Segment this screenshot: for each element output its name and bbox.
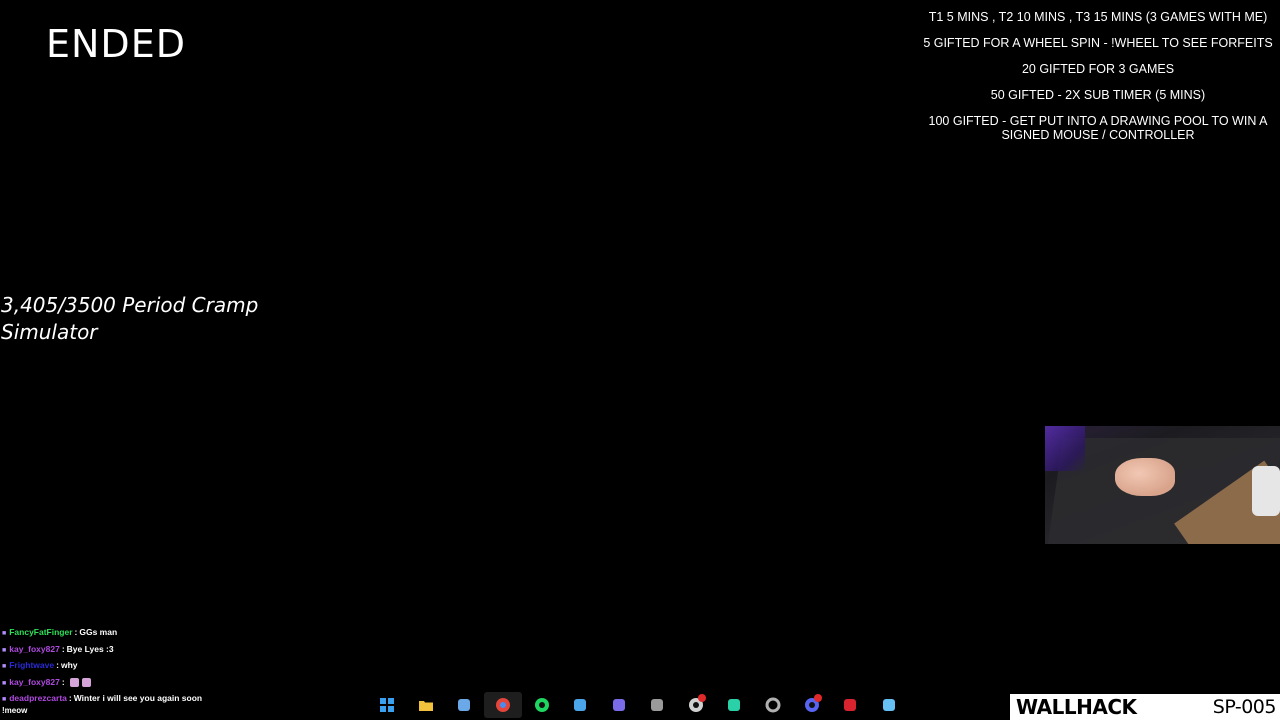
rule-line: 100 GIFTED - GET PUT INTO A DRAWING POOL… bbox=[928, 114, 1268, 142]
discord-icon[interactable] bbox=[792, 692, 831, 718]
chat-text: Winter i will see you again soon bbox=[73, 693, 203, 703]
watermark-brand: WALLHACK bbox=[1016, 695, 1137, 719]
chat-text: GGs man bbox=[79, 627, 118, 637]
obs-icon[interactable] bbox=[677, 692, 716, 718]
file-explorer-icon[interactable] bbox=[407, 692, 446, 718]
hand-cam-feed bbox=[1045, 426, 1280, 544]
controller bbox=[1252, 466, 1280, 516]
chat-app-icon[interactable] bbox=[715, 692, 754, 718]
notification-badge bbox=[698, 694, 707, 702]
chat-text: why bbox=[60, 660, 78, 670]
rule-line: 5 GIFTED FOR A WHEEL SPIN - !WHEEL TO SE… bbox=[923, 36, 1273, 50]
chat-command-text: !meow bbox=[2, 706, 28, 715]
notepad-icon[interactable] bbox=[561, 692, 600, 718]
chat-message: ■ kay_foxy827: bbox=[2, 674, 302, 691]
rule-line: 20 GIFTED FOR 3 GAMES bbox=[1021, 62, 1175, 76]
stream-status-title: ENDED bbox=[46, 22, 186, 66]
chat-username: kay_foxy827 bbox=[9, 643, 60, 654]
spotify-icon[interactable] bbox=[522, 692, 561, 718]
chat-message: ■ Frightwave: why bbox=[2, 657, 302, 674]
chrome-icon[interactable] bbox=[483, 692, 523, 718]
steam-icon[interactable] bbox=[870, 692, 909, 718]
chat-emote-icon bbox=[81, 677, 91, 687]
chat-message: ■ deadprezcarta: Winter i will see you aga… bbox=[2, 690, 302, 707]
notification-badge bbox=[813, 694, 822, 702]
rule-line: 50 GIFTED - 2X SUB TIMER (5 MINS) bbox=[990, 88, 1206, 102]
windows-taskbar bbox=[368, 692, 908, 718]
xbox-icon[interactable] bbox=[638, 692, 677, 718]
layers-app-icon[interactable] bbox=[599, 692, 638, 718]
settings-gear-icon[interactable] bbox=[754, 692, 793, 718]
chat-text: Bye Lyes :3 bbox=[66, 643, 114, 654]
chat-username: deadprezcarta bbox=[9, 693, 67, 703]
sub-rules-panel: T1 5 MINS , T2 10 MINS , T3 15 MINS (3 G… bbox=[920, 10, 1276, 154]
windows-start-icon[interactable] bbox=[368, 692, 407, 718]
task-view-icon[interactable] bbox=[445, 692, 484, 718]
chat-message: ■ FancyFatFinger: GGs man bbox=[2, 624, 302, 641]
stream-overlay: ENDED T1 5 MINS , T2 10 MINS , T3 15 MIN… bbox=[0, 0, 1280, 720]
chat-emote-icon bbox=[69, 677, 79, 687]
sub-goal-text: 3,405/3500 Period Cramp Simulator bbox=[1, 293, 259, 344]
rule-line: T1 5 MINS , T2 10 MINS , T3 15 MINS (3 G… bbox=[928, 10, 1268, 24]
chat-username: FancyFatFinger bbox=[9, 627, 73, 637]
chat-message: ■ kay_foxy827: Bye Lyes :3 bbox=[2, 641, 302, 658]
hand-on-mouse bbox=[1115, 458, 1175, 496]
chat-username: kay_foxy827 bbox=[9, 676, 60, 687]
chat-username: Frightwave bbox=[9, 660, 55, 670]
chat-overlay: ■ FancyFatFinger: GGs man ■ kay_foxy827: Bye … bbox=[2, 624, 302, 707]
sponsor-watermark: WALLHACK SP-005 bbox=[1010, 694, 1280, 720]
watermark-model: SP-005 bbox=[1212, 696, 1277, 718]
keyboard bbox=[1045, 426, 1085, 471]
razer-app-icon[interactable] bbox=[831, 692, 870, 718]
